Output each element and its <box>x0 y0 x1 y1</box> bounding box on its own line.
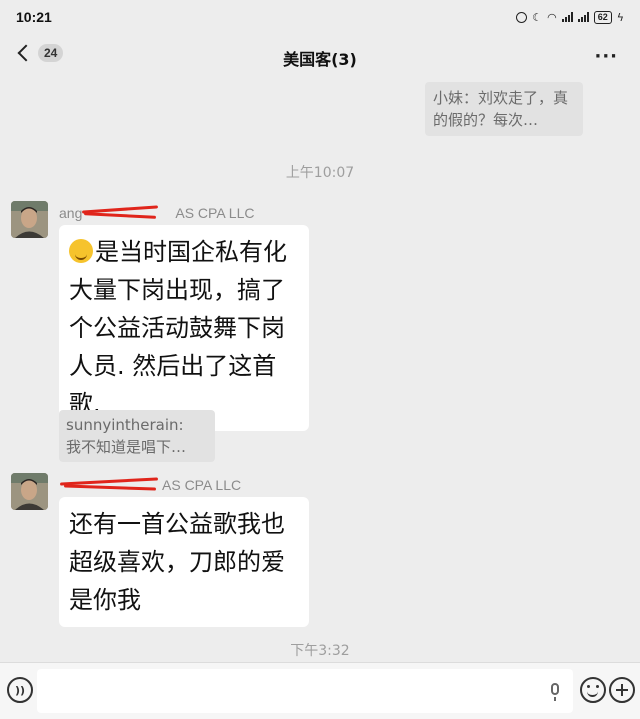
battery-level: 62 <box>593 10 612 24</box>
voice-icon[interactable]: )) <box>7 677 33 703</box>
sender-company: AS CPA LLC <box>162 477 242 493</box>
message-text: 还有一首公益歌我也超级喜欢，刀郎的爱是你我 <box>69 510 285 614</box>
quote-text: 我不知道是唱下… <box>66 438 187 456</box>
avatar-image <box>11 473 48 510</box>
message-bubble[interactable]: 还有一首公益歌我也超级喜欢，刀郎的爱是你我 <box>59 497 309 627</box>
plus-icon[interactable] <box>609 677 635 703</box>
input-bar: )) <box>0 662 640 719</box>
more-icon[interactable]: ··· <box>594 46 618 67</box>
status-bar: 10:21 ☾ ◠ 62 ϟ <box>0 0 640 34</box>
signal-icon <box>561 12 573 22</box>
quoted-reply[interactable]: sunnyintherain: 我不知道是唱下… <box>59 410 215 462</box>
emoji-icon[interactable] <box>580 677 606 703</box>
alarm-icon <box>516 11 528 23</box>
message-text: 是当时国企私有化大量下岗出现，搞了个公益活动鼓舞下岗人员. 然后出了这首歌. <box>69 238 287 418</box>
sender-prefix: ang <box>59 205 83 221</box>
quote-author: sunnyintherain: <box>66 416 184 434</box>
message-input[interactable] <box>37 669 573 713</box>
quoted-message[interactable]: 小妹：刘欢走了，真的假的？每次… <box>425 82 583 136</box>
charging-icon: ϟ <box>616 10 624 24</box>
signal-icon-2 <box>577 12 589 22</box>
timestamp: 下午3:32 <box>290 643 350 659</box>
moon-icon: ☾ <box>532 10 543 24</box>
wifi-icon: ◠ <box>547 10 557 24</box>
chat-header: 24 美国客(3) ··· <box>0 34 640 78</box>
avatar[interactable] <box>11 201 48 238</box>
avatar[interactable] <box>11 473 48 510</box>
sender-company: AS CPA LLC <box>175 205 255 221</box>
chat-title: 美国客(3) <box>283 50 357 69</box>
thinking-emoji-icon <box>69 239 93 263</box>
mic-icon[interactable] <box>551 683 559 701</box>
timestamp: 上午10:07 <box>285 165 355 181</box>
avatar-image <box>11 201 48 238</box>
message-bubble[interactable]: 是当时国企私有化大量下岗出现，搞了个公益活动鼓舞下岗人员. 然后出了这首歌. <box>59 225 309 431</box>
status-icons: ☾ ◠ 62 ϟ <box>516 10 624 24</box>
status-time: 10:21 <box>16 9 52 25</box>
